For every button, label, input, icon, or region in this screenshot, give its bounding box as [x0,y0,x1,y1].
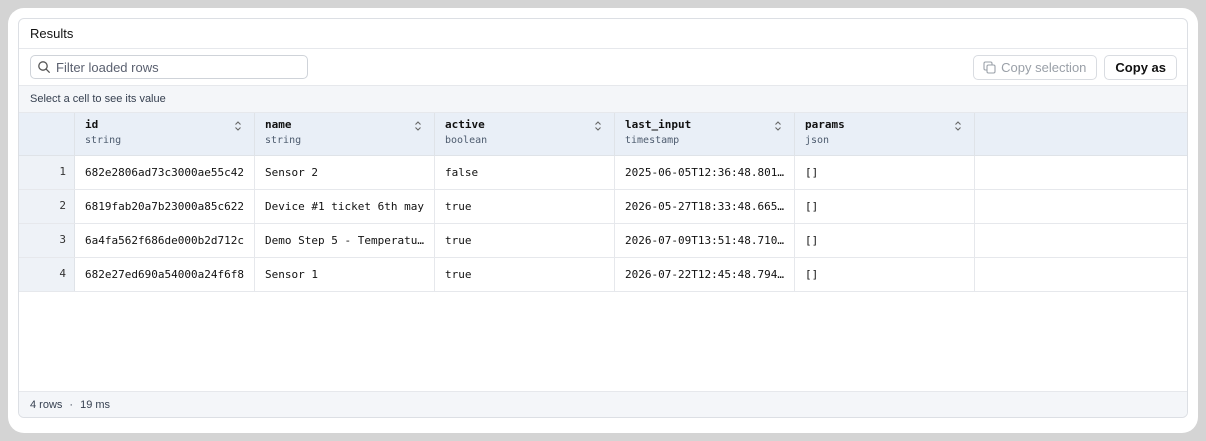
cell-value: [] [805,234,819,247]
table-row: 2 6819fab20a7b23000a85c622 Device #1 tic… [19,190,1187,224]
panel-title: Results [19,19,1187,49]
table-cell[interactable]: 2026-07-22T12:45:48.794… [615,258,795,291]
table-cell[interactable]: [] [795,190,975,223]
cell-value: 6819fab20a7b23000a85c622 [85,200,244,213]
window-frame: Results Copy selection Copy a [8,8,1198,433]
cell-value: Sensor 2 [265,166,318,179]
cell-value: true [445,234,472,247]
cell-value: 6a4fa562f686de000b2d712c [85,234,244,247]
table-cell[interactable]: 6a4fa562f686de000b2d712c [75,224,255,257]
cell-value: 2026-07-09T13:51:48.710… [625,234,784,247]
copy-as-button[interactable]: Copy as [1104,54,1177,80]
row-filler [975,190,1187,223]
row-filler [975,156,1187,189]
sort-icon[interactable] [954,120,962,132]
index-header [19,113,75,155]
cell-value: true [445,200,472,213]
table-cell[interactable]: 2026-05-27T18:33:48.665… [615,190,795,223]
status-bar: 4 rows · 19 ms [19,391,1187,417]
column-type: boolean [445,135,488,146]
table-row: 4 682e27ed690a54000a24f6f8 Sensor 1 true… [19,258,1187,292]
column-type: json [805,135,830,146]
table-row: 3 6a4fa562f686de000b2d712c Demo Step 5 -… [19,224,1187,258]
cell-value: 2026-07-22T12:45:48.794… [625,268,784,281]
table-cell[interactable]: false [435,156,615,189]
results-grid: id string name string active boolean las… [19,113,1187,292]
toolbar: Copy selection Copy as [19,49,1187,86]
row-index[interactable]: 3 [19,224,75,257]
cell-value: 2025-06-05T12:36:48.801… [625,166,784,179]
cell-value: Device #1 ticket 6th may [265,200,424,213]
column-name: id [85,118,99,131]
table-cell[interactable]: 2026-07-09T13:51:48.710… [615,224,795,257]
filter-box[interactable] [30,55,308,79]
cell-value: Sensor 1 [265,268,318,281]
column-header-name[interactable]: name string [255,113,435,155]
table-cell[interactable]: 6819fab20a7b23000a85c622 [75,190,255,223]
cell-value: 682e27ed690a54000a24f6f8 [85,268,244,281]
table-cell[interactable]: [] [795,224,975,257]
column-name: params [805,118,845,131]
table-cell[interactable]: 682e27ed690a54000a24f6f8 [75,258,255,291]
query-duration: 19 ms [80,398,111,411]
column-name: name [265,118,292,131]
copy-selection-label: Copy selection [1001,59,1087,75]
column-type: string [265,135,302,146]
copy-icon [983,60,996,74]
sort-icon[interactable] [594,120,602,132]
column-name: active [445,118,485,131]
cell-value: 682e2806ad73c3000ae55c42 [85,166,244,179]
header-row: id string name string active boolean las… [19,113,1187,156]
table-cell[interactable]: 2025-06-05T12:36:48.801… [615,156,795,189]
copy-as-label: Copy as [1115,59,1166,75]
table-cell[interactable]: true [435,190,615,223]
header-filler [975,113,1187,155]
cell-value: false [445,166,479,179]
cell-hint: Select a cell to see its value [19,86,1187,113]
column-header-params[interactable]: params json [795,113,975,155]
column-type: string [85,135,122,146]
cell-value: 2026-05-27T18:33:48.665… [625,200,784,213]
column-name: last_input [625,118,692,131]
column-header-last-input[interactable]: last_input timestamp [615,113,795,155]
cell-value: [] [805,166,819,179]
cell-value: [] [805,200,819,213]
separator: · [69,398,74,411]
search-icon [38,61,50,73]
table-cell[interactable]: true [435,258,615,291]
row-index[interactable]: 2 [19,190,75,223]
sort-icon[interactable] [774,120,782,132]
sort-icon[interactable] [414,120,422,132]
row-count: 4 rows [30,398,63,411]
filter-input[interactable] [56,59,307,75]
results-panel: Results Copy selection Copy a [18,18,1188,418]
table-cell[interactable]: true [435,224,615,257]
copy-selection-button[interactable]: Copy selection [973,54,1098,80]
column-header-active[interactable]: active boolean [435,113,615,155]
row-filler [975,258,1187,291]
table-row: 1 682e2806ad73c3000ae55c42 Sensor 2 fals… [19,156,1187,190]
row-index[interactable]: 1 [19,156,75,189]
row-index[interactable]: 4 [19,258,75,291]
row-filler [975,224,1187,257]
column-type: timestamp [625,135,680,146]
table-cell[interactable]: Device #1 ticket 6th may [255,190,435,223]
sort-icon[interactable] [234,120,242,132]
cell-value: true [445,268,472,281]
table-cell[interactable]: [] [795,156,975,189]
table-cell[interactable]: Sensor 1 [255,258,435,291]
column-header-id[interactable]: id string [75,113,255,155]
table-cell[interactable]: 682e2806ad73c3000ae55c42 [75,156,255,189]
table-cell[interactable]: Sensor 2 [255,156,435,189]
table-cell[interactable]: [] [795,258,975,291]
table-cell[interactable]: Demo Step 5 - Temperatu… [255,224,435,257]
cell-value: Demo Step 5 - Temperatu… [265,234,424,247]
cell-value: [] [805,268,819,281]
